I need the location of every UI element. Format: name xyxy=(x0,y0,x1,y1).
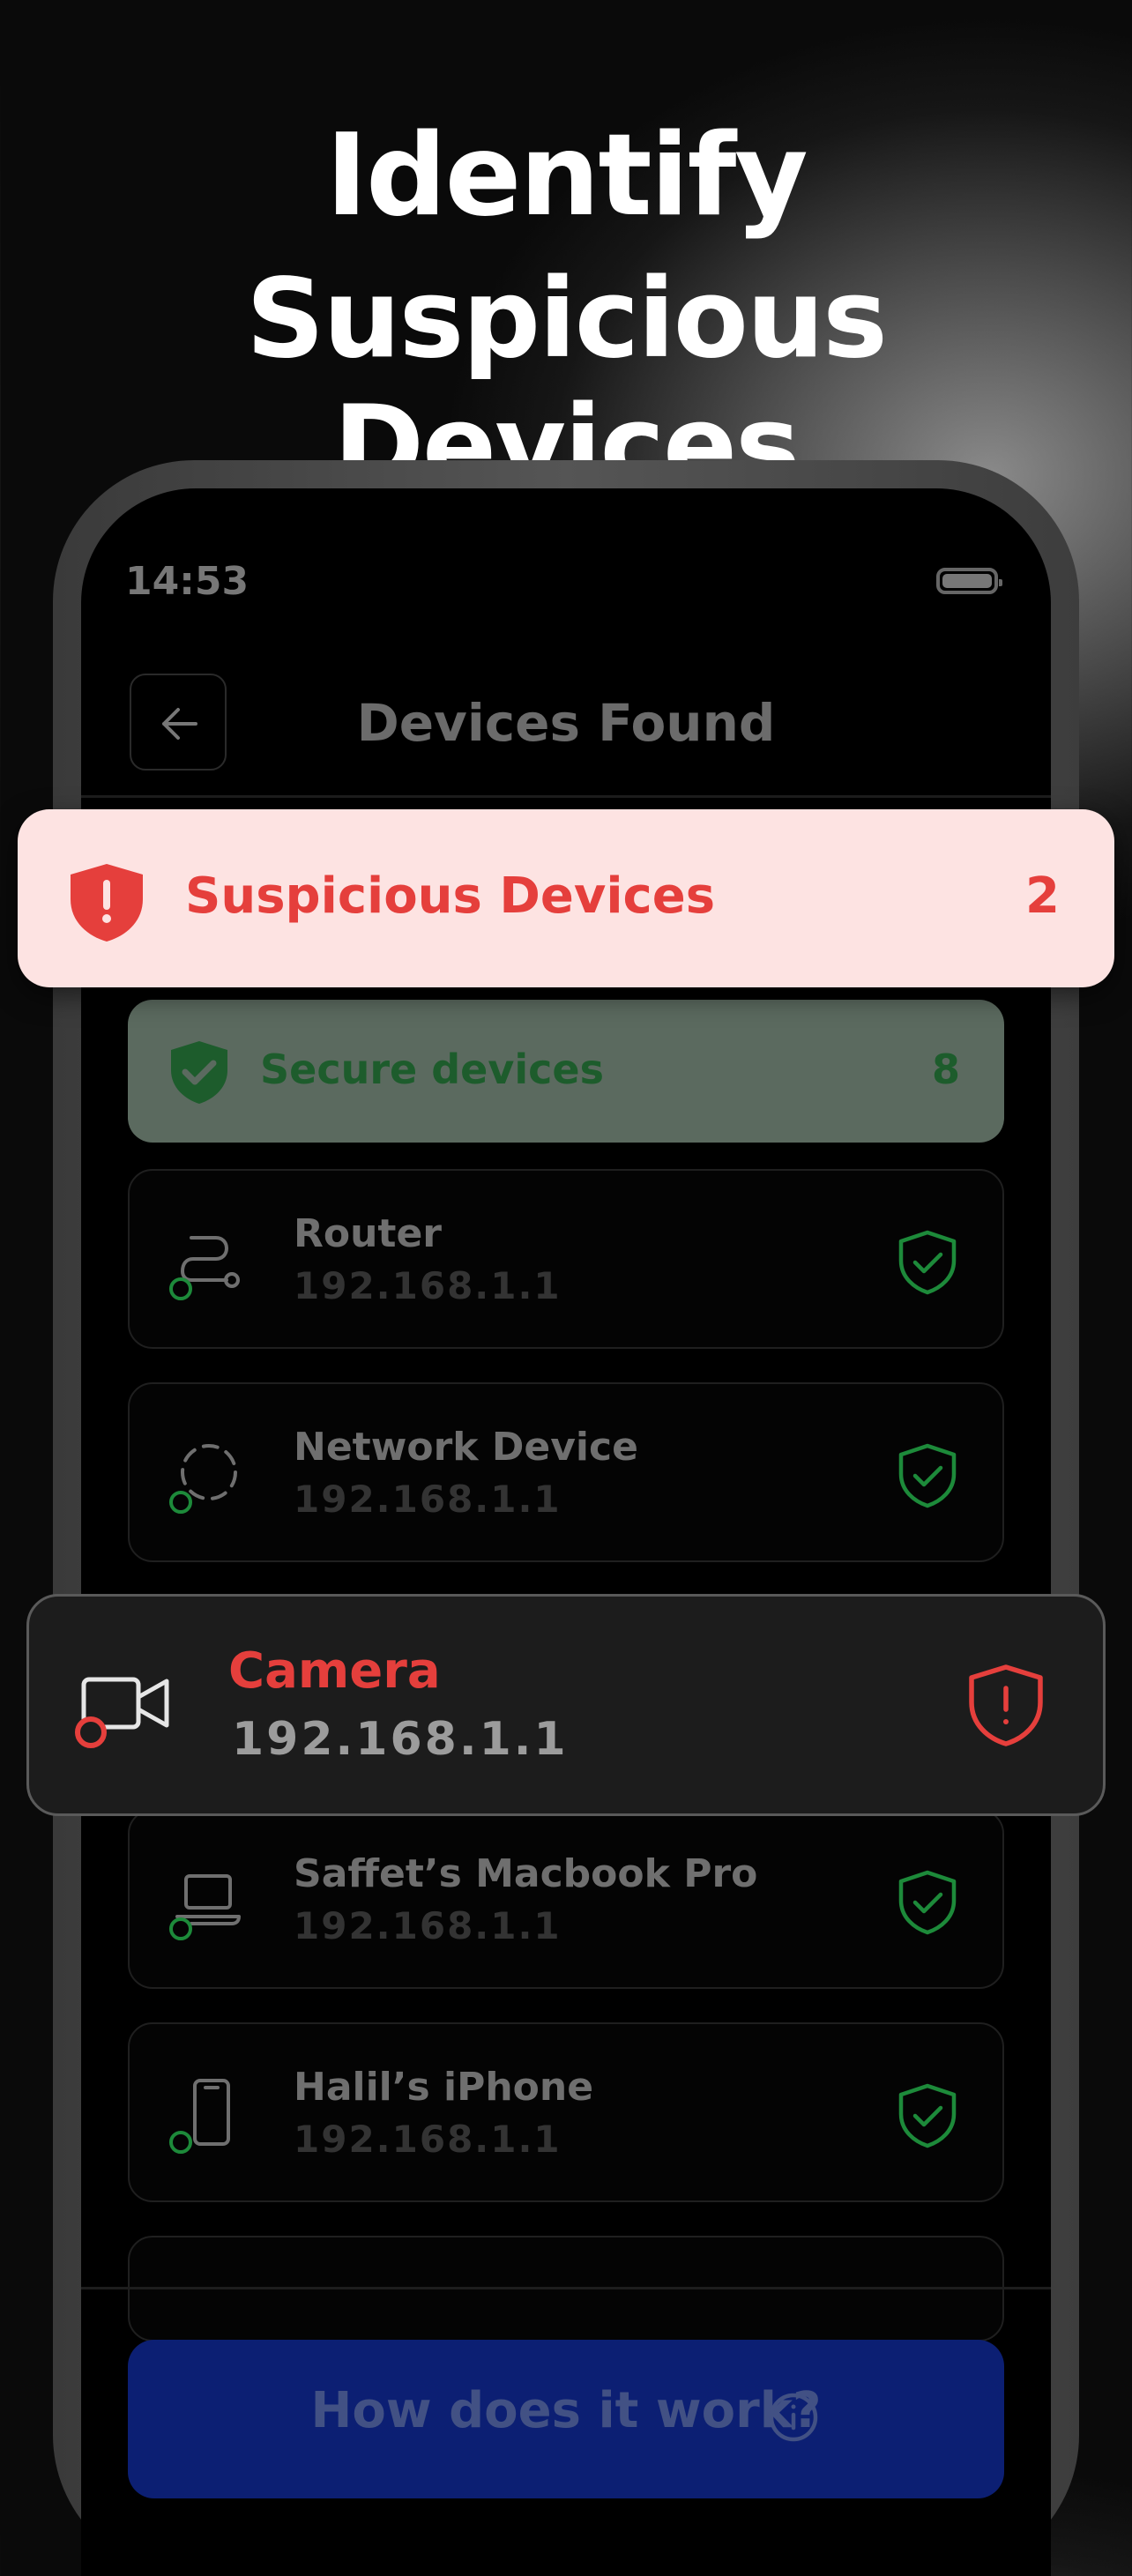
device-name: Saffet’s Macbook Pro xyxy=(294,1851,758,1896)
suspicious-devices-count: 2 xyxy=(1025,867,1060,925)
shield-check-icon xyxy=(898,1443,957,1508)
battery-icon xyxy=(936,568,1002,594)
shield-check-icon xyxy=(898,1870,957,1935)
device-ip: 192.168.1.1 xyxy=(294,1904,562,1947)
shield-alert-icon xyxy=(71,864,143,942)
phone-icon xyxy=(169,2079,230,2154)
device-name: Network Device xyxy=(294,1425,638,1470)
device-card-iphone[interactable]: Halil’s iPhone 192.168.1.1 xyxy=(128,2022,1004,2202)
header-divider xyxy=(81,795,1051,798)
how-does-it-work-button[interactable]: How does it work? xyxy=(128,2340,1004,2498)
device-card-network-device[interactable]: Network Device 192.168.1.1 xyxy=(128,1382,1004,1562)
suspicious-devices-label: Suspicious Devices xyxy=(185,867,716,925)
how-does-it-work-label: How does it work? xyxy=(310,2382,822,2439)
device-name: Router xyxy=(294,1211,443,1256)
phone-screen: 14:53 Devices Found Secure devices 8 Rou… xyxy=(81,488,1051,2576)
shield-alert-icon xyxy=(969,1664,1043,1746)
phone-frame: 14:53 Devices Found Secure devices 8 Rou… xyxy=(53,460,1079,2576)
info-icon xyxy=(769,2393,818,2442)
secure-devices-label: Secure devices xyxy=(260,1046,604,1093)
footer-divider xyxy=(81,2287,1051,2289)
suspicious-devices-banner[interactable]: Suspicious Devices 2 xyxy=(18,809,1114,987)
page-title: Devices Found xyxy=(356,693,776,753)
device-ip: 192.168.1.1 xyxy=(294,1264,562,1307)
secure-devices-summary[interactable]: Secure devices 8 xyxy=(128,1000,1004,1143)
network-device-icon xyxy=(169,1444,237,1514)
device-ip: 192.168.1.1 xyxy=(294,2118,562,2161)
device-card-macbook[interactable]: Saffet’s Macbook Pro 192.168.1.1 xyxy=(128,1809,1004,1989)
router-icon xyxy=(169,1236,240,1300)
device-name: Halil’s iPhone xyxy=(294,2065,594,2110)
device-name: Camera xyxy=(228,1642,441,1700)
device-ip: 192.168.1.1 xyxy=(294,1478,562,1521)
camera-icon xyxy=(75,1677,169,1748)
headline-line-1: Identify xyxy=(325,110,808,242)
shield-check-icon xyxy=(898,2083,957,2148)
laptop-icon xyxy=(169,1874,241,1940)
shield-check-icon xyxy=(171,1041,227,1104)
secure-devices-count: 8 xyxy=(931,1046,960,1093)
status-time: 14:53 xyxy=(125,559,249,604)
device-card-router[interactable]: Router 192.168.1.1 xyxy=(128,1169,1004,1349)
shield-check-icon xyxy=(898,1230,957,1295)
device-card-camera[interactable]: Camera 192.168.1.1 xyxy=(26,1594,1106,1816)
device-ip: 192.168.1.1 xyxy=(232,1713,569,1766)
